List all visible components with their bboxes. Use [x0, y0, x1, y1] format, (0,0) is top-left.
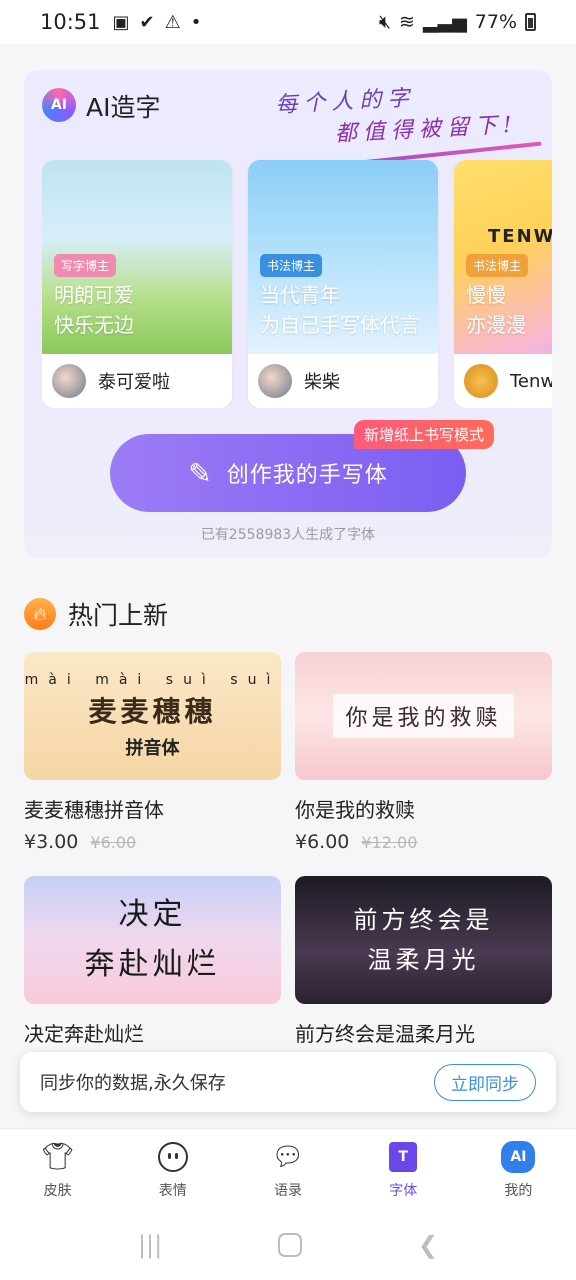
hot-section-header: 🔥︎ 热门上新: [24, 596, 168, 632]
feather-icon: ✎: [188, 456, 213, 490]
slogan: 每个人的字 都值得被留下!: [275, 73, 548, 151]
thumb-pinyin: mài mài suì suì: [24, 672, 281, 688]
avatar: [258, 364, 292, 398]
font-card-author: Tenw: [454, 354, 552, 408]
status-time: 10:51: [40, 10, 101, 34]
font-icon: T: [386, 1140, 420, 1174]
back-icon[interactable]: ❮: [418, 1231, 438, 1259]
avatar: [464, 364, 498, 398]
author-name: 柴柴: [304, 372, 340, 393]
font-product[interactable]: 你是我的救赎 你是我的救赎 ¥6.00 ¥12.00: [295, 652, 552, 853]
status-right-icons: 🔇︎ ≋ ▂▃▅ 77%: [379, 11, 536, 33]
thumb-sub-text: 拼音体: [125, 738, 180, 759]
nav-item-font[interactable]: T 字体: [346, 1129, 461, 1210]
nav-label: 我的: [504, 1182, 533, 1199]
battery-level: 77%: [474, 11, 517, 33]
sync-text: 同步你的数据,永久保存: [40, 1073, 226, 1094]
ai-logo-icon: AI: [42, 88, 76, 122]
face-icon: [156, 1140, 190, 1174]
nav-label: 皮肤: [43, 1182, 72, 1199]
product-name: 你是我的救赎: [295, 798, 415, 822]
product-price: ¥6.00: [295, 831, 350, 853]
product-name: 麦麦穗穗拼音体: [24, 798, 164, 822]
font-card[interactable]: TENW 书法博主 慢慢 亦漫漫 Tenw: [454, 160, 552, 408]
sync-now-button[interactable]: 立即同步: [434, 1063, 536, 1101]
system-nav-bar: ||| ❮: [0, 1210, 576, 1280]
font-card-author: 柴柴: [248, 354, 438, 408]
create-button-label: 创作我的手写体: [226, 463, 388, 488]
status-left-icons: ▣ ✔ ⚠ •: [113, 12, 202, 33]
thumb-art-text-1: 决定: [118, 897, 187, 932]
font-product[interactable]: 决定 奔赴灿烂 决定奔赴灿烂: [24, 876, 281, 1047]
quote-bubble-icon: 💬︎: [271, 1141, 305, 1172]
home-icon[interactable]: [278, 1233, 303, 1257]
product-prices: ¥6.00 ¥12.00: [295, 831, 552, 853]
nav-label: 表情: [158, 1182, 187, 1199]
mute-icon: 🔇︎: [379, 11, 391, 33]
sync-banner: 同步你的数据,永久保存 立即同步: [20, 1052, 556, 1112]
font-product[interactable]: 前方终会是 温柔月光 前方终会是温柔月光: [295, 876, 552, 1047]
font-card-text: 慢慢 亦漫漫: [466, 280, 526, 340]
battery-icon: [525, 13, 536, 31]
wifi-icon: ≋: [399, 11, 415, 33]
nav-item-mine[interactable]: AI 我的: [461, 1129, 576, 1210]
check-icon: ✔: [139, 11, 155, 33]
font-card-text-1: 当代青年: [260, 283, 340, 307]
font-card-tag: 书法博主: [260, 254, 323, 277]
author-name: 泰可爱啦: [98, 372, 170, 393]
thumb-art-text-2: 奔赴灿烂: [84, 947, 221, 982]
thumb-art-text: 你是我的救赎: [333, 694, 514, 738]
ai-profile-icon: AI: [501, 1140, 536, 1174]
nav-label: 语录: [274, 1182, 302, 1199]
product-old-price: ¥6.00: [90, 833, 137, 852]
font-card-text-2: 为自己手写体代言: [260, 313, 420, 337]
font-card-author: 泰可爱啦: [42, 354, 232, 408]
thumb-art-text-2: 温柔月光: [367, 946, 480, 974]
font-carousel[interactable]: 写字博主 明朗可爱 快乐无边 泰可爱啦 书法博主 当代青年 为自己手写体代言 柴…: [42, 160, 552, 408]
font-card[interactable]: 书法博主 当代青年 为自己手写体代言 柴柴: [248, 160, 438, 408]
font-card-text: 明朗可爱 快乐无边: [54, 280, 134, 340]
status-bar: 10:51 ▣ ✔ ⚠ • 🔇︎ ≋ ▂▃▅ 77%: [0, 0, 576, 44]
thumb-art-text-1: 前方终会是: [353, 906, 494, 934]
ai-title: AI造字: [86, 93, 161, 122]
font-card-tag: 写字博主: [54, 254, 117, 277]
product-thumbnail: 你是我的救赎: [295, 652, 552, 780]
thumb-art-text: 麦麦穗穗: [88, 695, 217, 728]
font-card-text-2: 亦漫漫: [466, 313, 526, 337]
nav-item-emoji[interactable]: 表情: [115, 1129, 230, 1210]
image-icon: ▣: [112, 11, 130, 33]
nav-item-skin[interactable]: 👕︎ 皮肤: [0, 1129, 115, 1210]
hot-section-title: 热门上新: [68, 601, 169, 630]
font-card-text-2: 快乐无边: [54, 313, 134, 337]
product-prices: ¥3.00 ¥6.00: [24, 831, 281, 853]
font-product[interactable]: mài mài suì suì 麦麦穗穗 拼音体 麦麦穗穗拼音体 ¥3.00 ¥…: [24, 652, 281, 853]
font-card-text-1: 慢慢: [466, 283, 506, 307]
ai-font-card: AI AI造字 每个人的字 都值得被留下! 写字博主 明朗可爱 快乐无边 泰可爱…: [24, 70, 552, 558]
nav-label: 字体: [389, 1182, 418, 1199]
product-price: ¥3.00: [24, 831, 79, 853]
author-name: Tenw: [510, 370, 552, 392]
font-card-mark: TENW: [488, 226, 552, 247]
font-card-tag: 书法博主: [466, 254, 529, 277]
bottom-nav: 👕︎ 皮肤 表情 💬︎ 语录 T 字体 AI 我的: [0, 1128, 576, 1210]
nav-item-quotes[interactable]: 💬︎ 语录: [230, 1129, 345, 1210]
tshirt-icon: 👕︎: [41, 1141, 75, 1172]
product-name: 前方终会是温柔月光: [295, 1022, 475, 1046]
product-thumbnail: mài mài suì suì 麦麦穗穗 拼音体: [24, 652, 281, 780]
product-thumbnail: 前方终会是 温柔月光: [295, 876, 552, 1004]
new-feature-badge: 新增纸上书写模式: [354, 420, 495, 449]
font-card[interactable]: 写字博主 明朗可爱 快乐无边 泰可爱啦: [42, 160, 232, 408]
product-name: 决定奔赴灿烂: [24, 1022, 144, 1046]
font-card-text-1: 明朗可爱: [54, 283, 134, 307]
product-thumbnail: 决定 奔赴灿烂: [24, 876, 281, 1004]
product-old-price: ¥12.00: [361, 833, 418, 852]
avatar: [52, 364, 86, 398]
generated-count: 已有2558983人生成了字体: [200, 527, 376, 543]
dot-icon: •: [190, 11, 202, 33]
font-card-text: 当代青年 为自己手写体代言: [260, 280, 420, 340]
warning-icon: ⚠: [164, 11, 181, 33]
signal-icon: ▂▃▅: [422, 11, 467, 33]
fire-icon: 🔥︎: [24, 598, 56, 630]
recents-icon[interactable]: |||: [138, 1231, 162, 1259]
